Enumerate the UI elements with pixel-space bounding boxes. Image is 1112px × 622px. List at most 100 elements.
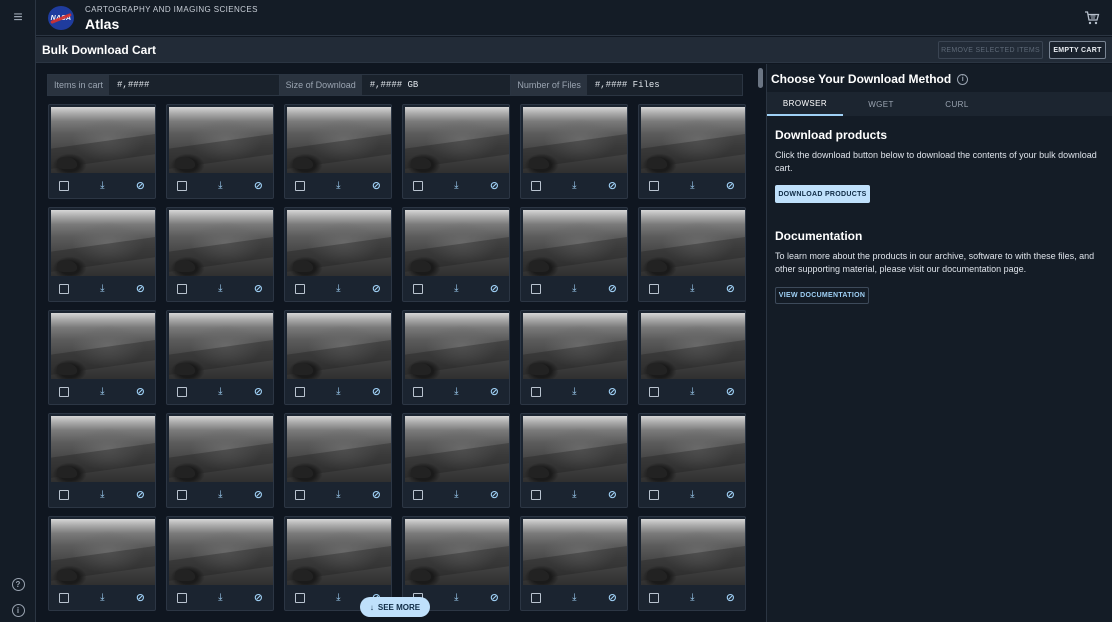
select-checkbox[interactable]: [649, 180, 659, 191]
product-card[interactable]: ⤓⊘: [284, 310, 392, 405]
select-checkbox[interactable]: [59, 489, 69, 500]
view-documentation-button[interactable]: VIEW DOCUMENTATION: [775, 287, 869, 304]
product-thumbnail[interactable]: [287, 107, 391, 173]
product-thumbnail[interactable]: [169, 107, 273, 173]
product-card[interactable]: ⤓⊘: [520, 516, 628, 611]
remove-from-cart-icon[interactable]: ⊘: [608, 180, 617, 191]
select-checkbox[interactable]: [413, 489, 423, 500]
product-card[interactable]: ⤓⊘: [638, 310, 746, 405]
select-checkbox[interactable]: [295, 386, 305, 397]
menu-icon[interactable]: ≡: [8, 8, 28, 28]
product-card[interactable]: ⤓⊘: [284, 207, 392, 302]
product-thumbnail[interactable]: [51, 210, 155, 276]
download-icon[interactable]: ⤓: [454, 283, 458, 294]
download-icon[interactable]: ⤓: [218, 386, 222, 397]
product-thumbnail[interactable]: [641, 210, 745, 276]
product-thumbnail[interactable]: [641, 416, 745, 482]
remove-from-cart-icon[interactable]: ⊘: [726, 592, 735, 603]
remove-from-cart-icon[interactable]: ⊘: [490, 592, 499, 603]
product-thumbnail[interactable]: [287, 416, 391, 482]
product-card[interactable]: ⤓⊘: [520, 413, 628, 508]
download-icon[interactable]: ⤓: [690, 283, 694, 294]
download-icon[interactable]: ⤓: [572, 386, 576, 397]
remove-from-cart-icon[interactable]: ⊘: [136, 592, 145, 603]
product-card[interactable]: ⤓⊘: [402, 104, 510, 199]
remove-selected-button[interactable]: REMOVE SELECTED ITEMS: [938, 41, 1043, 59]
download-icon[interactable]: ⤓: [454, 489, 458, 500]
remove-from-cart-icon[interactable]: ⊘: [136, 386, 145, 397]
download-icon[interactable]: ⤓: [572, 180, 576, 191]
remove-from-cart-icon[interactable]: ⊘: [490, 180, 499, 191]
download-icon[interactable]: ⤓: [100, 386, 104, 397]
product-card[interactable]: ⤓⊘: [166, 207, 274, 302]
remove-from-cart-icon[interactable]: ⊘: [372, 283, 381, 294]
select-checkbox[interactable]: [59, 386, 69, 397]
product-thumbnail[interactable]: [523, 416, 627, 482]
select-checkbox[interactable]: [177, 386, 187, 397]
remove-from-cart-icon[interactable]: ⊘: [726, 283, 735, 294]
select-checkbox[interactable]: [649, 386, 659, 397]
product-thumbnail[interactable]: [641, 313, 745, 379]
remove-from-cart-icon[interactable]: ⊘: [726, 386, 735, 397]
product-thumbnail[interactable]: [169, 210, 273, 276]
info-icon[interactable]: i: [957, 73, 969, 85]
remove-from-cart-icon[interactable]: ⊘: [490, 386, 499, 397]
product-thumbnail[interactable]: [51, 313, 155, 379]
download-icon[interactable]: ⤓: [100, 283, 104, 294]
download-icon[interactable]: ⤓: [218, 283, 222, 294]
app-title[interactable]: Atlas: [85, 16, 119, 32]
product-card[interactable]: ⤓⊘: [402, 310, 510, 405]
download-icon[interactable]: ⤓: [454, 386, 458, 397]
select-checkbox[interactable]: [177, 592, 187, 603]
select-checkbox[interactable]: [59, 592, 69, 603]
product-card[interactable]: ⤓⊘: [48, 310, 156, 405]
download-icon[interactable]: ⤓: [218, 489, 222, 500]
product-thumbnail[interactable]: [169, 313, 273, 379]
product-thumbnail[interactable]: [169, 519, 273, 585]
remove-from-cart-icon[interactable]: ⊘: [372, 489, 381, 500]
product-card[interactable]: ⤓⊘: [166, 104, 274, 199]
tab-curl[interactable]: CURL: [919, 92, 995, 116]
product-card[interactable]: ⤓⊘: [166, 516, 274, 611]
download-icon[interactable]: ⤓: [690, 386, 694, 397]
select-checkbox[interactable]: [531, 386, 541, 397]
remove-from-cart-icon[interactable]: ⊘: [254, 283, 263, 294]
download-icon[interactable]: ⤓: [690, 489, 694, 500]
select-checkbox[interactable]: [177, 180, 187, 191]
download-icon[interactable]: ⤓: [572, 283, 576, 294]
remove-from-cart-icon[interactable]: ⊘: [608, 592, 617, 603]
product-thumbnail[interactable]: [405, 416, 509, 482]
product-thumbnail[interactable]: [523, 313, 627, 379]
select-checkbox[interactable]: [295, 592, 305, 603]
select-checkbox[interactable]: [295, 283, 305, 294]
product-card[interactable]: ⤓⊘: [520, 310, 628, 405]
remove-from-cart-icon[interactable]: ⊘: [490, 489, 499, 500]
product-card[interactable]: ⤓⊘: [402, 207, 510, 302]
select-checkbox[interactable]: [177, 283, 187, 294]
product-card[interactable]: ⤓⊘: [48, 516, 156, 611]
select-checkbox[interactable]: [531, 283, 541, 294]
select-checkbox[interactable]: [177, 489, 187, 500]
download-icon[interactable]: ⤓: [454, 180, 458, 191]
remove-from-cart-icon[interactable]: ⊘: [372, 180, 381, 191]
info-icon[interactable]: i: [8, 600, 28, 620]
product-card[interactable]: ⤓⊘: [166, 413, 274, 508]
product-thumbnail[interactable]: [641, 519, 745, 585]
remove-from-cart-icon[interactable]: ⊘: [726, 489, 735, 500]
remove-from-cart-icon[interactable]: ⊘: [608, 283, 617, 294]
remove-from-cart-icon[interactable]: ⊘: [608, 386, 617, 397]
product-card[interactable]: ⤓⊘: [48, 207, 156, 302]
download-icon[interactable]: ⤓: [336, 489, 340, 500]
download-products-button[interactable]: DOWNLOAD PRODUCTS: [775, 185, 870, 203]
remove-from-cart-icon[interactable]: ⊘: [136, 180, 145, 191]
download-icon[interactable]: ⤓: [572, 489, 576, 500]
remove-from-cart-icon[interactable]: ⊘: [726, 180, 735, 191]
product-thumbnail[interactable]: [523, 210, 627, 276]
remove-from-cart-icon[interactable]: ⊘: [254, 592, 263, 603]
download-icon[interactable]: ⤓: [690, 180, 694, 191]
select-checkbox[interactable]: [59, 180, 69, 191]
product-thumbnail[interactable]: [169, 416, 273, 482]
product-card[interactable]: ⤓⊘: [284, 104, 392, 199]
product-thumbnail[interactable]: [641, 107, 745, 173]
product-thumbnail[interactable]: [51, 519, 155, 585]
